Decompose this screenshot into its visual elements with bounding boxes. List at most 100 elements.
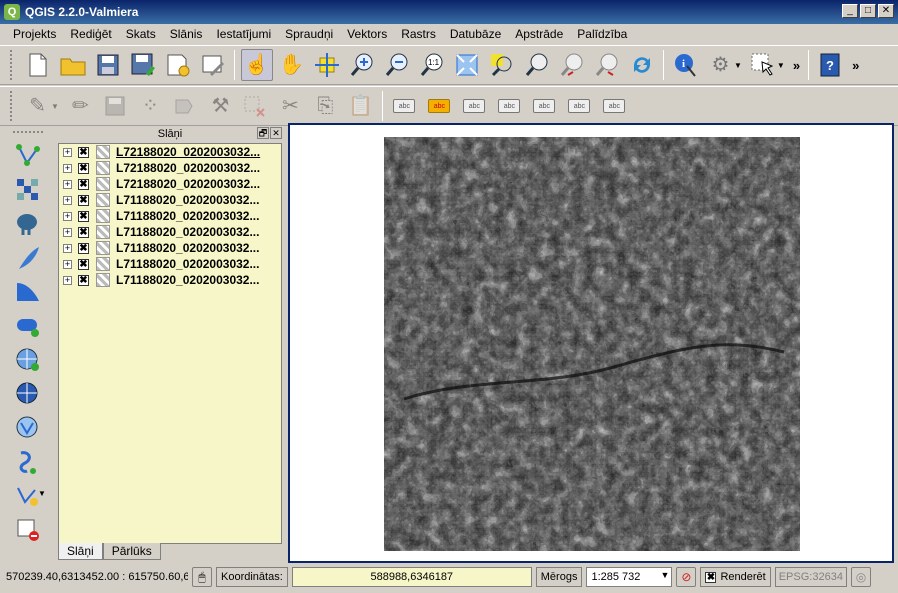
layer-item[interactable]: + ✖ L71188020_0202003032... bbox=[59, 272, 281, 288]
layer-visibility-checkbox[interactable]: ✖ bbox=[78, 226, 89, 238]
toggle-editing-button[interactable]: ✎ bbox=[22, 90, 54, 122]
menu-spraudni[interactable]: Spraudņi bbox=[278, 27, 340, 41]
expand-icon[interactable]: + bbox=[63, 259, 72, 269]
layer-visibility-checkbox[interactable]: ✖ bbox=[78, 258, 89, 270]
layer-labeling-options-button[interactable]: abc bbox=[423, 90, 455, 122]
new-print-composer-button[interactable] bbox=[162, 49, 194, 81]
copy-features-button[interactable]: ⎘ bbox=[309, 90, 341, 122]
paste-features-button[interactable]: 📋 bbox=[344, 90, 376, 122]
expand-icon[interactable]: + bbox=[63, 163, 72, 173]
delete-selected-button[interactable] bbox=[239, 90, 271, 122]
zoom-next-button[interactable] bbox=[591, 49, 623, 81]
layer-item[interactable]: + ✖ L71188020_0202003032... bbox=[59, 256, 281, 272]
layer-item[interactable]: + ✖ L71188020_0202003032... bbox=[59, 224, 281, 240]
menu-datubaze[interactable]: Datubāze bbox=[443, 27, 508, 41]
toolbar-grip[interactable] bbox=[10, 91, 16, 121]
coordinate-field[interactable]: 588988,6346187 bbox=[291, 567, 532, 587]
zoom-last-button[interactable] bbox=[556, 49, 588, 81]
layer-visibility-checkbox[interactable]: ✖ bbox=[78, 178, 89, 190]
layer-visibility-checkbox[interactable]: ✖ bbox=[78, 274, 89, 286]
help-button[interactable]: ? bbox=[815, 49, 847, 81]
menu-rastrs[interactable]: Rastrs bbox=[394, 27, 443, 41]
add-wcs-layer-button[interactable] bbox=[13, 377, 43, 411]
add-oracle-layer-button[interactable] bbox=[13, 309, 43, 343]
change-label-button[interactable]: abc bbox=[598, 90, 630, 122]
menu-iestatijumi[interactable]: Iestatījumi bbox=[209, 27, 278, 41]
run-action-button[interactable]: ⚙ bbox=[705, 49, 737, 81]
scale-combobox[interactable]: 1:285 732 ▼ bbox=[586, 567, 673, 587]
menu-projekts[interactable]: Projekts bbox=[6, 27, 63, 41]
render-checkbox[interactable]: ✖ bbox=[705, 571, 717, 583]
remove-layer-button[interactable] bbox=[13, 513, 43, 547]
float-panel-button[interactable]: 🗗 bbox=[257, 127, 269, 139]
layer-tree[interactable]: + ✖ L72188020_0202003032... + ✖ L7218802… bbox=[58, 143, 282, 544]
layer-visibility-checkbox[interactable]: ✖ bbox=[78, 242, 89, 254]
stop-render-button[interactable]: ⊘ bbox=[676, 567, 697, 587]
pan-map-button[interactable]: ✋ bbox=[276, 49, 308, 81]
layer-item[interactable]: + ✖ L72188020_0202003032... bbox=[59, 160, 281, 176]
expand-icon[interactable]: + bbox=[63, 211, 72, 221]
save-as-button[interactable] bbox=[127, 49, 159, 81]
save-edits-button[interactable] bbox=[99, 90, 131, 122]
toolbar-overflow-chevron[interactable]: » bbox=[848, 58, 863, 73]
expand-icon[interactable]: + bbox=[63, 227, 72, 237]
zoom-to-selection-button[interactable] bbox=[521, 49, 553, 81]
layer-item[interactable]: + ✖ L71188020_0202003032... bbox=[59, 240, 281, 256]
toolbar-grip[interactable] bbox=[10, 50, 16, 80]
menu-apstrade[interactable]: Apstrāde bbox=[508, 27, 570, 41]
new-project-button[interactable] bbox=[22, 49, 54, 81]
crs-button[interactable]: ◎ bbox=[850, 567, 871, 587]
open-project-button[interactable] bbox=[57, 49, 89, 81]
identify-button[interactable]: i bbox=[670, 49, 702, 81]
menu-vektors[interactable]: Vektors bbox=[340, 27, 394, 41]
composer-manager-button[interactable] bbox=[197, 49, 229, 81]
chevron-down-icon[interactable]: ▼ bbox=[661, 570, 670, 580]
zoom-out-button[interactable] bbox=[381, 49, 413, 81]
add-feature-button[interactable]: ⁘ bbox=[134, 90, 166, 122]
move-label-button[interactable]: abc bbox=[528, 90, 560, 122]
render-toggle[interactable]: ✖ Renderēt bbox=[700, 567, 771, 587]
refresh-button[interactable] bbox=[626, 49, 658, 81]
layer-item[interactable]: + ✖ L72188020_0202003032... bbox=[59, 176, 281, 192]
layer-item[interactable]: + ✖ L71188020_0202003032... bbox=[59, 208, 281, 224]
close-panel-button[interactable]: ✕ bbox=[270, 127, 282, 139]
chevron-down-icon[interactable]: ▼ bbox=[38, 489, 46, 498]
layer-labeling-button[interactable]: abc bbox=[388, 90, 420, 122]
move-feature-button[interactable] bbox=[169, 90, 201, 122]
tab-browser[interactable]: Pārlūks bbox=[102, 543, 161, 560]
toggle-edit-button[interactable]: ✏ bbox=[64, 90, 96, 122]
maximize-button[interactable]: □ bbox=[860, 4, 876, 18]
close-button[interactable]: ✕ bbox=[878, 4, 894, 18]
map-canvas[interactable] bbox=[288, 123, 894, 563]
add-mssql-layer-button[interactable] bbox=[13, 275, 43, 309]
menu-slanis[interactable]: Slānis bbox=[163, 27, 210, 41]
zoom-to-layer-button[interactable] bbox=[486, 49, 518, 81]
toolbar-grip[interactable] bbox=[13, 131, 43, 135]
add-raster-layer-button[interactable] bbox=[13, 173, 43, 207]
expand-icon[interactable]: + bbox=[63, 179, 72, 189]
show-hide-labels-button[interactable]: abc bbox=[493, 90, 525, 122]
layer-visibility-checkbox[interactable]: ✖ bbox=[78, 146, 89, 158]
add-spatialite-layer-button[interactable] bbox=[13, 241, 43, 275]
pin-labels-button[interactable]: abc bbox=[458, 90, 490, 122]
select-features-button[interactable] bbox=[747, 49, 779, 81]
add-wms-layer-button[interactable] bbox=[13, 343, 43, 377]
menu-skats[interactable]: Skats bbox=[119, 27, 163, 41]
menu-rediget[interactable]: Rediģēt bbox=[63, 27, 118, 41]
zoom-native-button[interactable]: 1:1 bbox=[416, 49, 448, 81]
zoom-full-button[interactable] bbox=[451, 49, 483, 81]
zoom-in-button[interactable] bbox=[346, 49, 378, 81]
toolbar-overflow-chevron[interactable]: » bbox=[789, 58, 804, 73]
add-postgis-layer-button[interactable] bbox=[13, 207, 43, 241]
minimize-button[interactable]: _ bbox=[842, 4, 858, 18]
layer-item[interactable]: + ✖ L72188020_0202003032... bbox=[59, 144, 281, 160]
add-wfs-layer-button[interactable] bbox=[13, 411, 43, 445]
expand-icon[interactable]: + bbox=[63, 243, 72, 253]
layer-item[interactable]: + ✖ L71188020_0202003032... bbox=[59, 192, 281, 208]
add-vector-layer-button[interactable] bbox=[13, 139, 43, 173]
layer-visibility-checkbox[interactable]: ✖ bbox=[78, 162, 89, 174]
toggle-extent-button[interactable]: 🖱 bbox=[192, 567, 212, 587]
add-delimited-text-button[interactable] bbox=[13, 445, 43, 479]
pan-to-selection-button[interactable] bbox=[311, 49, 343, 81]
touch-pan-button[interactable]: ☝ bbox=[240, 49, 273, 81]
